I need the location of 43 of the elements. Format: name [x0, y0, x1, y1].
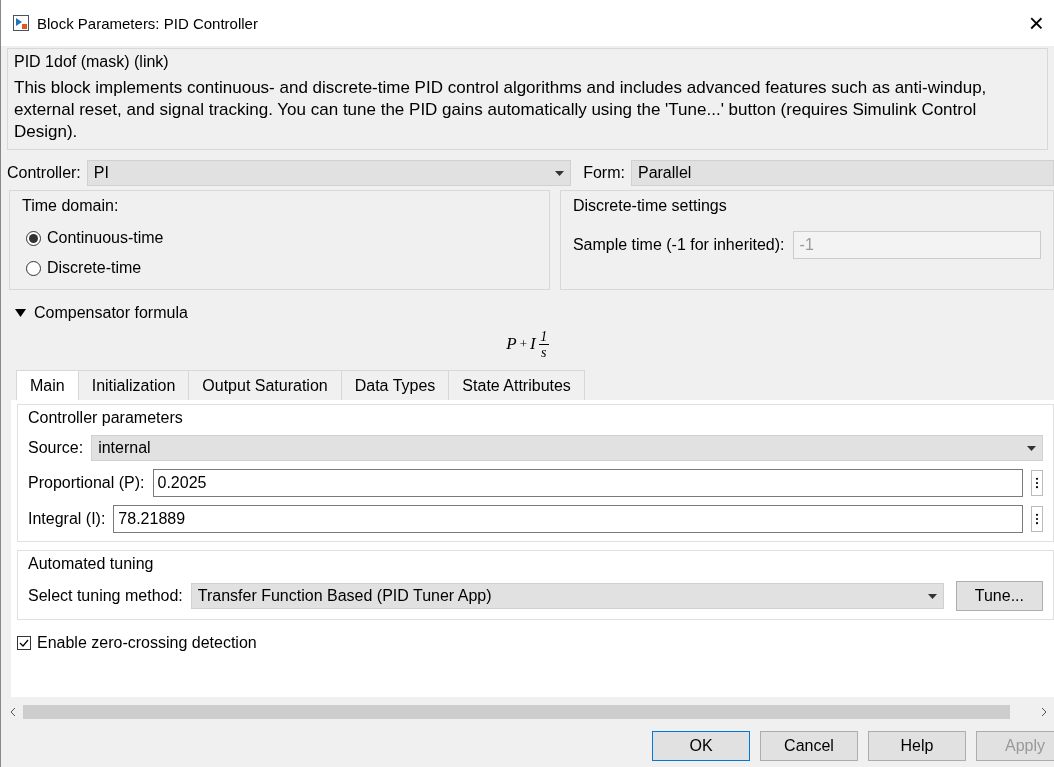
block-icon	[13, 15, 29, 31]
group-title: Discrete-time settings	[572, 197, 728, 215]
group-title: Automated tuning	[28, 555, 155, 573]
expanded-triangle-icon[interactable]	[15, 309, 26, 317]
radio-option[interactable]: Continuous-time	[22, 223, 537, 253]
checkbox-label[interactable]: Enable zero-crossing detection	[37, 634, 257, 652]
dialog-button[interactable]: OK	[652, 731, 750, 761]
checkbox[interactable]	[17, 636, 31, 650]
window-title: Block Parameters: PID Controller	[37, 14, 259, 32]
tuning-method-label: Select tuning method:	[28, 587, 183, 605]
block-description: This block implements continuous- and discrete-time PID control algorithms and includes advanced features such as anti-windup, external reset, and signal tracking. You can tune the PID gains automatically using the 'Tune...' button (requires Simulink Control Design).	[14, 77, 988, 143]
controller-label: Controller:	[7, 164, 81, 182]
group-title: Controller parameters	[28, 409, 184, 427]
parameter-label: Source:	[28, 439, 84, 457]
group-title: Time domain:	[22, 197, 120, 215]
radio-option[interactable]: Discrete-time	[22, 253, 537, 283]
source-dropdown[interactable]: internal	[91, 435, 1043, 461]
tuning-method-dropdown[interactable]: Transfer Function Based (PID Tuner App)	[190, 583, 944, 609]
form-label: Form:	[583, 164, 625, 182]
more-options-icon[interactable]	[1031, 506, 1043, 532]
mask-title: PID 1dof (mask) (link)	[14, 53, 170, 71]
dropdown-caret-icon[interactable]	[927, 593, 937, 599]
dialog-button[interactable]: Help	[868, 731, 966, 761]
scroll-right-icon[interactable]	[1040, 707, 1048, 717]
parameter-label: Proportional (P):	[28, 474, 145, 492]
radio-icon[interactable]	[26, 260, 41, 276]
parameter-field[interactable]: 0.2025	[152, 469, 1023, 497]
parameter-label: Integral (I):	[28, 510, 106, 528]
tab[interactable]: State Attributes	[448, 370, 585, 400]
tab[interactable]: Main	[16, 370, 79, 400]
controller-dropdown[interactable]: PI	[86, 160, 572, 186]
scroll-left-icon[interactable]	[9, 707, 17, 717]
dialog-button[interactable]: Cancel	[760, 731, 858, 761]
radio-icon[interactable]	[26, 230, 41, 246]
tune-button[interactable]: Tune...	[955, 581, 1043, 611]
dropdown-caret-icon[interactable]	[555, 170, 565, 176]
close-button[interactable]: ×	[1018, 10, 1054, 36]
form-dropdown[interactable]: Parallel	[630, 160, 1054, 186]
more-options-icon[interactable]	[1031, 470, 1043, 496]
compensator-label[interactable]: Compensator formula	[34, 304, 188, 322]
parameter-field[interactable]: 78.21889	[113, 505, 1023, 533]
sample-time-label: Sample time (-1 for inherited):	[572, 236, 785, 254]
dropdown-caret-icon[interactable]	[1027, 445, 1036, 451]
